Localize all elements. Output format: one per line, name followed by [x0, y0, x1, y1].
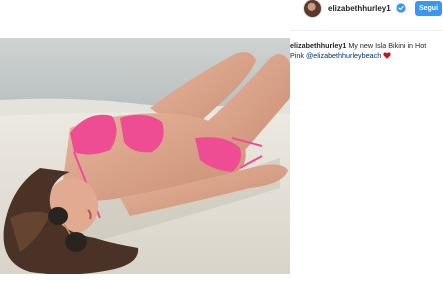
header-divider [290, 30, 443, 31]
post-caption: elizabethhurley1 My new Isla Bikini in H… [290, 41, 440, 61]
post-username[interactable]: elizabethhurley1 [328, 4, 391, 13]
instagram-post-embed: elizabethhurley1 Segui elizabethhurley1 … [0, 0, 443, 281]
post-header: elizabethhurley1 Segui [290, 0, 443, 20]
beach-photo-illustration [0, 38, 290, 274]
follow-button[interactable]: Segui [415, 1, 442, 16]
caption-username[interactable]: elizabethhurley1 [290, 41, 346, 50]
caption-mention[interactable]: @elizabethhurleybeach [306, 51, 381, 60]
verified-badge-icon [396, 3, 406, 13]
red-heart-icon [383, 52, 391, 59]
post-photo[interactable] [0, 38, 290, 274]
avatar[interactable] [303, 0, 322, 18]
